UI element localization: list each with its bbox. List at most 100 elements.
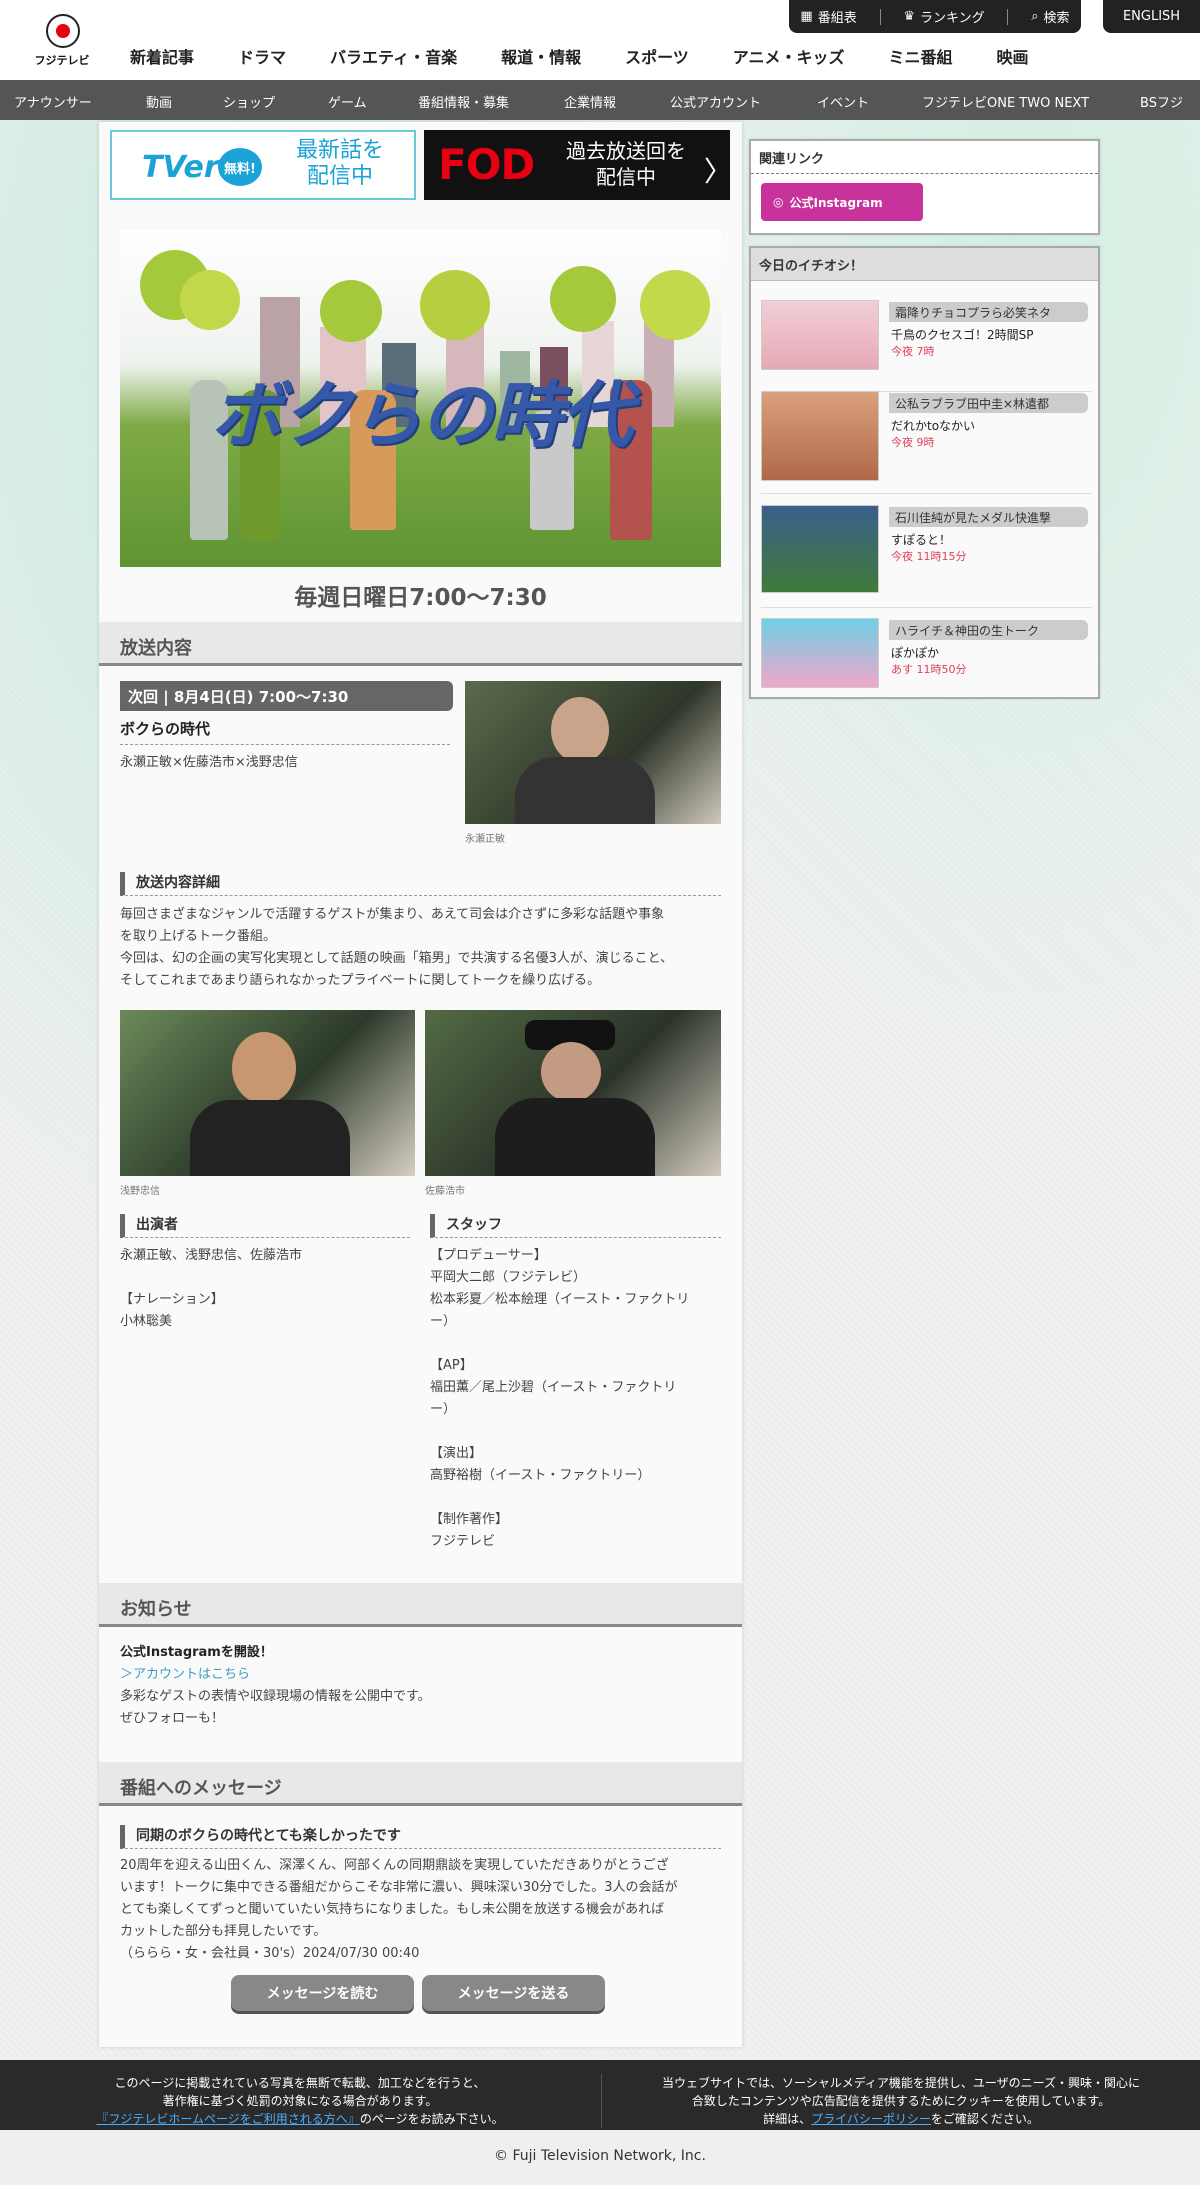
message-heading: 同期のボクらの時代とても楽しかったです (120, 1825, 721, 1849)
staff-line: 【プロデューサー】 (430, 1248, 547, 1263)
subnav-event[interactable]: イベント (817, 92, 869, 111)
section-title: お知らせ (120, 1599, 192, 1620)
pick-program-name: だれかtoなかい (891, 419, 976, 433)
search-link[interactable]: ⌕ 検索 (1031, 7, 1069, 26)
cast-heading: 出演者 (120, 1214, 410, 1238)
face-shape (551, 697, 609, 763)
copyright: © Fuji Television Network, Inc. (494, 2148, 706, 2164)
subnav-game[interactable]: ゲーム (328, 92, 367, 111)
pick-item[interactable]: 公私ラブラブ田中圭×林遣都 だれかtoなかい 今夜 9時 (761, 391, 1092, 494)
detail-line: 毎回さまざまなジャンルで活躍するゲストが集まり、あえて司会は介さずに多彩な話題や… (120, 907, 665, 922)
episode-title: ボクらの時代 (120, 718, 450, 745)
subnav-program-info[interactable]: 番組情報・募集 (418, 92, 509, 111)
instagram-account-link[interactable]: ＞アカウントはこちら (120, 1664, 721, 1686)
pick-item[interactable]: 石川佳純が見たメダル快進撃 すぽると！ 今夜 11時15分 (761, 505, 1092, 608)
tree-shape (180, 270, 240, 330)
detail-line: を取り上げるトーク番組。 (120, 929, 277, 944)
utility-bar: ▦ 番組表 ♛ ランキング ⌕ 検索 (789, 0, 1081, 33)
footer-line: このページに掲載されている写真を無断で転載、加工などを行うと、 (114, 2076, 486, 2090)
detail-text: 毎回さまざまなジャンルで活躍するゲストが集まり、あえて司会は介さずに多彩な話題や… (120, 904, 721, 992)
footer-text: 詳細は、 (763, 2112, 812, 2126)
program-logo-title: ボクらの時代 (210, 373, 632, 457)
news-line: ぜひフォローも！ (120, 1711, 225, 1726)
main-nav: 新着記事 ドラマ バラエティ・音楽 報道・情報 スポーツ アニメ・キッズ ミニ番… (130, 44, 1073, 68)
tver-free-badge: 無料! (218, 148, 262, 186)
subnav-announcer[interactable]: アナウンサー (14, 92, 92, 111)
site-footer: このページに掲載されている写真を無断で転載、加工などを行うと、 著作権に基づく処… (0, 2060, 1200, 2130)
pick-thumbnail (761, 618, 879, 688)
nav-item-movie[interactable]: 映画 (996, 44, 1028, 68)
news-body: 公式Instagramを開設！ ＞アカウントはこちら 多彩なゲストの表情や収録現… (120, 1642, 721, 1730)
body-shape (515, 757, 655, 824)
nav-item-new[interactable]: 新着記事 (130, 44, 194, 68)
english-button[interactable]: ENGLISH (1103, 0, 1200, 33)
nav-item-news[interactable]: 報道・情報 (501, 44, 581, 68)
pick-airtime: 今夜 7時 (891, 345, 935, 358)
pick-item[interactable]: ハライチ＆神田の生トーク ぽかぽか あす 11時50分 (761, 618, 1092, 693)
photo-caption: 佐藤浩市 (425, 1186, 465, 1197)
nav-item-anime[interactable]: アニメ・キッズ (733, 44, 845, 68)
subnav-bsfuji[interactable]: BSフジ (1140, 92, 1183, 111)
related-links-title: 関連リンク (751, 141, 1098, 174)
staff-line: フジテレビ (430, 1534, 496, 1549)
nav-item-variety[interactable]: バラエティ・音楽 (330, 44, 457, 68)
body-shape (190, 1100, 350, 1176)
cast-list: 永瀬正敏、浅野忠信、佐藤浩市 【ナレーション】 小林聡美 (120, 1245, 410, 1333)
cast-line (120, 1267, 410, 1289)
pick-tag: 霜降りチョコプラら必笑ネタ (889, 302, 1088, 322)
subnav-corporate[interactable]: 企業情報 (564, 92, 616, 111)
pick-program-name: ぽかぽか (891, 646, 940, 660)
staff-line: 【制作著作】 (430, 1512, 509, 1527)
cookie-notice: 当ウェブサイトでは、ソーシャルメディア機能を提供し、ユーザのニーズ・興味・関心に… (601, 2074, 1200, 2128)
search-icon: ⌕ (1031, 9, 1039, 24)
staff-list: 【プロデューサー】 平岡大二郎（フジテレビ） 松本彩夏／松本絵理（イースト・ファ… (430, 1245, 721, 1553)
nav-item-mini[interactable]: ミニ番組 (888, 44, 952, 68)
subnav-one-two-next[interactable]: フジテレビONE TWO NEXT (922, 92, 1089, 111)
grid-icon: ▦ (800, 9, 813, 24)
face-shape (541, 1042, 601, 1102)
read-messages-button[interactable]: メッセージを読む (231, 1975, 414, 2011)
cast-line: 【ナレーション】 (120, 1292, 224, 1307)
staff-heading: スタッフ (430, 1214, 721, 1238)
staff-line (430, 1487, 721, 1509)
footer-line: 著作権に基づく処罰の対象になる場合があります。 (162, 2094, 438, 2108)
subnav-video[interactable]: 動画 (146, 92, 172, 111)
photo-caption: 浅野忠信 (120, 1186, 160, 1197)
guest-photo-sato (425, 1010, 721, 1176)
staff-line: 【演出】 (430, 1446, 483, 1461)
search-label: 検索 (1043, 11, 1070, 26)
fod-message: 過去放送回を 配信中 (556, 138, 696, 190)
detail-line: そしてこれまであまり語られなかったプライベートに関してトークを繰り広げる。 (120, 973, 601, 988)
nav-item-sports[interactable]: スポーツ (625, 44, 689, 68)
fujitv-logo[interactable]: フジテレビ (30, 8, 94, 70)
send-message-button[interactable]: メッセージを送る (422, 1975, 605, 2011)
instagram-button[interactable]: ◎ 公式Instagram (761, 183, 923, 221)
tver-banner[interactable]: TVer 無料! 最新話を 配信中 (110, 130, 416, 200)
todays-picks-box: 今日のイチオシ！ 霜降りチョコプラら必笑ネタ 千鳥のクセスゴ！2時間SP 今夜 … (749, 246, 1100, 699)
divider (879, 8, 881, 25)
pick-item[interactable]: 霜降りチョコプラら必笑ネタ 千鳥のクセスゴ！2時間SP 今夜 7時 (761, 300, 1092, 392)
ranking-label: ランキング (920, 11, 985, 26)
ranking-link[interactable]: ♛ ランキング (903, 7, 984, 26)
fod-banner[interactable]: FOD 過去放送回を 配信中 〉 (424, 130, 732, 200)
staff-line: 福田薫／尾上沙碧（イースト・ファクトリ (430, 1380, 677, 1395)
next-broadcast-badge: 次回 | 8月4日(日) 7:00〜7:30 (120, 681, 453, 711)
tree-shape (320, 280, 382, 342)
fod-line2: 配信中 (596, 165, 656, 189)
terms-of-use-link[interactable]: 『フジテレビホームページをご利用される方へ』 (96, 2112, 359, 2126)
site-header: フジテレビ 新着記事 ドラマ バラエティ・音楽 報道・情報 スポーツ アニメ・キ… (0, 0, 1200, 80)
schedule-link[interactable]: ▦ 番組表 (800, 7, 856, 26)
section-title: 番組へのメッセージ (120, 1778, 282, 1799)
instagram-icon: ◎ (773, 195, 784, 209)
schedule-label: 番組表 (817, 11, 857, 26)
nav-item-drama[interactable]: ドラマ (238, 44, 286, 68)
privacy-policy-link[interactable]: プライバシーポリシー (811, 2112, 931, 2126)
crown-icon: ♛ (903, 9, 915, 24)
subnav-shop[interactable]: ショップ (223, 92, 275, 111)
photo-caption: 永瀬正敏 (465, 834, 505, 845)
logo-mark-icon (46, 14, 80, 48)
pick-thumbnail (761, 505, 879, 593)
sub-nav: アナウンサー 動画 ショップ ゲーム 番組情報・募集 企業情報 公式アカウント … (0, 80, 1200, 120)
news-heading: 公式Instagramを開設！ (120, 1645, 273, 1660)
subnav-official-accounts[interactable]: 公式アカウント (670, 92, 761, 111)
